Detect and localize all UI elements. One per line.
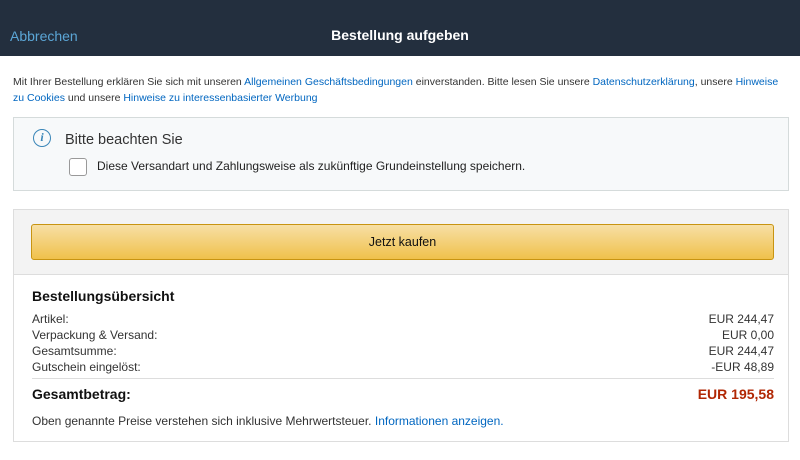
notice-box: i Bitte beachten Sie Diese Versandart un…: [13, 117, 789, 191]
privacy-link[interactable]: Datenschutzerklärung: [593, 76, 695, 88]
top-navigation-bar: Abbrechen Bestellung aufgeben: [0, 0, 800, 56]
summary-row: Verpackung & Versand: EUR 0,00: [32, 328, 774, 344]
ads-link[interactable]: Hinweise zu interessenbasierter Werbung: [123, 92, 317, 104]
save-default-checkbox[interactable]: [69, 158, 87, 176]
total-price: EUR 195,58: [697, 386, 774, 402]
tax-info-link[interactable]: Informationen anzeigen.: [375, 414, 504, 428]
buy-section: Jetzt kaufen: [14, 210, 788, 275]
notice-title: Bitte beachten Sie: [65, 132, 183, 148]
legal-text-4: und unsere: [64, 92, 124, 104]
order-card: Jetzt kaufen Bestellungsübersicht Artike…: [13, 209, 789, 442]
summary-row-value: EUR 0,00: [721, 328, 774, 342]
order-summary-title: Bestellungsübersicht: [32, 288, 175, 304]
summary-row: Artikel: EUR 244,47: [32, 312, 774, 328]
legal-text-2: einverstanden. Bitte lesen Sie unsere: [412, 76, 593, 88]
summary-row: Gesamtsumme: EUR 244,47: [32, 344, 774, 360]
summary-divider: [32, 378, 774, 379]
total-row: Gesamtbetrag: EUR 195,58: [32, 386, 774, 406]
summary-row: Gutschein eingelöst: -EUR 48,89: [32, 360, 774, 376]
info-icon: i: [33, 129, 51, 147]
summary-row-value: EUR 244,47: [708, 312, 774, 326]
legal-text-3: , unsere: [694, 76, 736, 88]
total-label: Gesamtbetrag:: [32, 386, 131, 402]
legal-text-1: Mit Ihrer Bestellung erklären Sie sich m…: [13, 76, 245, 88]
legal-notice: Mit Ihrer Bestellung erklären Sie sich m…: [13, 74, 788, 106]
summary-row-value: EUR 244,47: [708, 344, 774, 358]
buy-now-button[interactable]: Jetzt kaufen: [31, 224, 774, 260]
summary-row-label: Artikel:: [32, 312, 69, 326]
agb-link[interactable]: Allgemeinen Geschäftsbedingungen: [244, 76, 413, 88]
summary-row-value: -EUR 48,89: [711, 360, 774, 374]
summary-row-label: Gesamtsumme:: [32, 344, 117, 358]
summary-row-label: Verpackung & Versand:: [32, 328, 158, 342]
summary-row-label: Gutschein eingelöst:: [32, 360, 141, 374]
tax-note: Oben genannte Preise verstehen sich inkl…: [32, 414, 504, 428]
tax-note-text: Oben genannte Preise verstehen sich inkl…: [32, 414, 375, 428]
page-title: Bestellung aufgeben: [331, 27, 469, 43]
save-default-label[interactable]: Diese Versandart und Zahlungsweise als z…: [97, 159, 525, 173]
